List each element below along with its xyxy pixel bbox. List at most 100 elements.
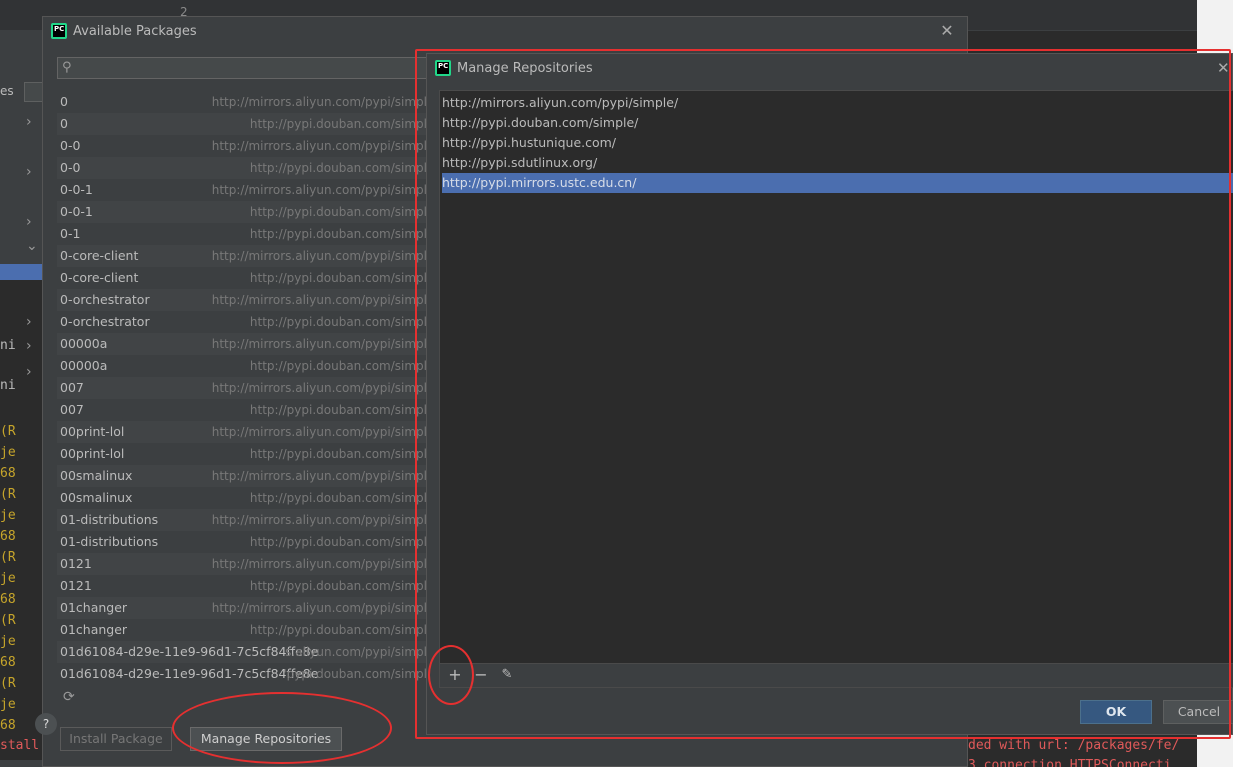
pycharm-logo: PC	[51, 23, 67, 39]
package-name: 0-0	[60, 160, 81, 175]
package-row[interactable]: 0-core-client http://pypi.douban.com/simp…	[57, 267, 427, 289]
package-row[interactable]: 00print-lol http://mirrors.aliyun.com/pyp…	[57, 421, 427, 443]
editor-code-fragment: ni ni (R je 68 (R je 68 (R je 68 (R je 68 (R je 68	[0, 338, 42, 738]
help-button[interactable]: ?	[35, 713, 57, 735]
package-repository: s.aliyun.com/pypi/simpl	[285, 645, 427, 659]
install-package-button[interactable]: Install Package	[60, 727, 172, 751]
package-repository: http://mirrors.aliyun.com/pypi/simpl	[211, 337, 427, 351]
package-row[interactable]: 01changer http://mirrors.aliyun.com/pypi/…	[57, 597, 427, 619]
package-row[interactable]: 0-0-1 http://pypi.douban.com/simpl	[57, 201, 427, 223]
package-repository: http://pypi.douban.com/simpl	[249, 403, 427, 417]
package-row[interactable]: 0-orchestrator http://mirrors.aliyun.com/…	[57, 289, 427, 311]
chevron-right-icon[interactable]: ›	[26, 314, 32, 330]
package-list: 0 http://mirrors.aliyun.com/pypi/simpl 0 ht…	[57, 91, 427, 681]
package-name: 0121	[60, 556, 92, 571]
package-row[interactable]: 00smalinux http://mirrors.aliyun.com/pypi…	[57, 465, 427, 487]
package-row[interactable]: 0-0-1 http://mirrors.aliyun.com/pypi/simp…	[57, 179, 427, 201]
package-name: 00000a	[60, 358, 108, 373]
package-name: 00print-lol	[60, 446, 125, 461]
package-name: 00000a	[60, 336, 108, 351]
package-search-input[interactable]: ⚲	[57, 57, 457, 79]
package-row[interactable]: 00000a http://mirrors.aliyun.com/pypi/sim…	[57, 333, 427, 355]
package-name: 00print-lol	[60, 424, 125, 439]
package-row[interactable]: 0 http://pypi.douban.com/simpl	[57, 113, 427, 135]
package-name: 0-core-client	[60, 270, 139, 285]
package-row[interactable]: 00000a http://pypi.douban.com/simpl	[57, 355, 427, 377]
annotation-rectangle	[415, 49, 1231, 739]
package-repository: http://pypi.douban.com/simpl	[249, 205, 427, 219]
package-row[interactable]: 01-distributions http://pypi.douban.com/s…	[57, 531, 427, 553]
package-name: 007	[60, 402, 84, 417]
package-row[interactable]: 00smalinux http://pypi.douban.com/simpl	[57, 487, 427, 509]
package-row[interactable]: 007 http://mirrors.aliyun.com/pypi/simpl	[57, 377, 427, 399]
package-repository: http://pypi.douban.com/simpl	[249, 161, 427, 175]
code-fragment: ni	[0, 378, 16, 393]
package-name: 01-distributions	[60, 512, 159, 527]
package-row[interactable]: 0 http://mirrors.aliyun.com/pypi/simpl	[57, 91, 427, 113]
package-repository: http://mirrors.aliyun.com/pypi/simpl	[211, 601, 427, 615]
chevron-right-icon[interactable]: ›	[26, 214, 32, 230]
code-fragment: (R	[0, 550, 16, 565]
package-name: 00smalinux	[60, 468, 133, 483]
code-fragment: je	[0, 697, 16, 712]
package-repository: http://pypi.douban.com/simpl	[249, 227, 427, 241]
package-row[interactable]: 0-0 http://mirrors.aliyun.com/pypi/simpl	[57, 135, 427, 157]
package-repository: http://pypi.douban.com/simpl	[249, 447, 427, 461]
code-fragment: 68	[0, 529, 16, 544]
package-repository: http://pypi.douban.com/simpl	[249, 491, 427, 505]
package-repository: http://mirrors.aliyun.com/pypi/simpl	[211, 381, 427, 395]
package-row[interactable]: 0121 http://mirrors.aliyun.com/pypi/simpl	[57, 553, 427, 575]
chevron-right-icon[interactable]: ›	[26, 164, 32, 180]
left-partial-label: es	[0, 84, 14, 98]
chevron-down-icon[interactable]: ⌄	[26, 238, 38, 254]
package-repository: http://mirrors.aliyun.com/pypi/simpl	[211, 139, 427, 153]
code-fragment: (R	[0, 487, 16, 502]
package-repository: http://pypi.douban.com/simpl	[249, 117, 427, 131]
package-repository: http://pypi.douban.com/simpl	[249, 623, 427, 637]
package-row[interactable]: 007 http://pypi.douban.com/simpl	[57, 399, 427, 421]
code-fragment: je	[0, 508, 16, 523]
package-name: 0	[60, 116, 68, 131]
code-fragment: (R	[0, 676, 16, 691]
package-name: 00smalinux	[60, 490, 133, 505]
package-row[interactable]: 00print-lol http://pypi.douban.com/simpl	[57, 443, 427, 465]
package-name: 0121	[60, 578, 92, 593]
package-repository: http://pypi.douban.com/simpl	[249, 579, 427, 593]
package-repository: http://pypi.douban.com/simpl	[249, 535, 427, 549]
chevron-right-icon[interactable]: ›	[26, 114, 32, 130]
package-name: 01d61084-d29e-11e9-96d1-7c5cf84ffe8e	[60, 644, 319, 659]
package-row[interactable]: 01-distributions http://mirrors.aliyun.co…	[57, 509, 427, 531]
code-fragment: je	[0, 445, 16, 460]
package-repository: http://mirrors.aliyun.com/pypi/simpl	[211, 557, 427, 571]
package-name: 0-1	[60, 226, 81, 241]
package-row[interactable]: 0121 http://pypi.douban.com/simpl	[57, 575, 427, 597]
package-repository: http://mirrors.aliyun.com/pypi/simpl	[211, 249, 427, 263]
package-row[interactable]: 0-core-client http://mirrors.aliyun.com/p…	[57, 245, 427, 267]
package-name: 01d61084-d29e-11e9-96d1-7c5cf84ffe8e	[60, 666, 319, 681]
package-row[interactable]: 0-orchestrator http://pypi.douban.com/sim…	[57, 311, 427, 333]
code-fragment: 68	[0, 655, 16, 670]
package-repository: http://mirrors.aliyun.com/pypi/simpl	[211, 513, 427, 527]
package-repository: http://pypi.douban.com/simpl	[249, 359, 427, 373]
package-name: 01-distributions	[60, 534, 159, 549]
package-row[interactable]: 01changer http://pypi.douban.com/simpl	[57, 619, 427, 641]
code-fragment: (R	[0, 424, 16, 439]
code-fragment: 68	[0, 718, 16, 733]
package-name: 01changer	[60, 600, 128, 615]
package-row[interactable]: 01d61084-d29e-11e9-96d1-7c5cf84ffe8e s.al…	[57, 641, 427, 663]
code-fragment: ni	[0, 338, 16, 353]
package-name: 0-orchestrator	[60, 292, 150, 307]
package-row[interactable]: 01d61084-d29e-11e9-96d1-7c5cf84ffe8e'pyp…	[57, 663, 427, 681]
package-name: 0	[60, 94, 68, 109]
close-icon[interactable]: ✕	[936, 20, 958, 42]
package-repository: http://pypi.douban.com/simpl	[249, 315, 427, 329]
package-name: 0-0-1	[60, 204, 93, 219]
left-search-box[interactable]	[24, 82, 44, 102]
package-row[interactable]: 0-1 http://pypi.douban.com/simpl	[57, 223, 427, 245]
package-repository: http://pypi.douban.com/simpl	[249, 271, 427, 285]
package-row[interactable]: 0-0 http://pypi.douban.com/simpl	[57, 157, 427, 179]
annotation-ellipse-manage	[172, 692, 392, 764]
package-name: 0-0	[60, 138, 81, 153]
code-fragment: je	[0, 634, 16, 649]
refresh-icon[interactable]: ⟳	[63, 689, 75, 705]
